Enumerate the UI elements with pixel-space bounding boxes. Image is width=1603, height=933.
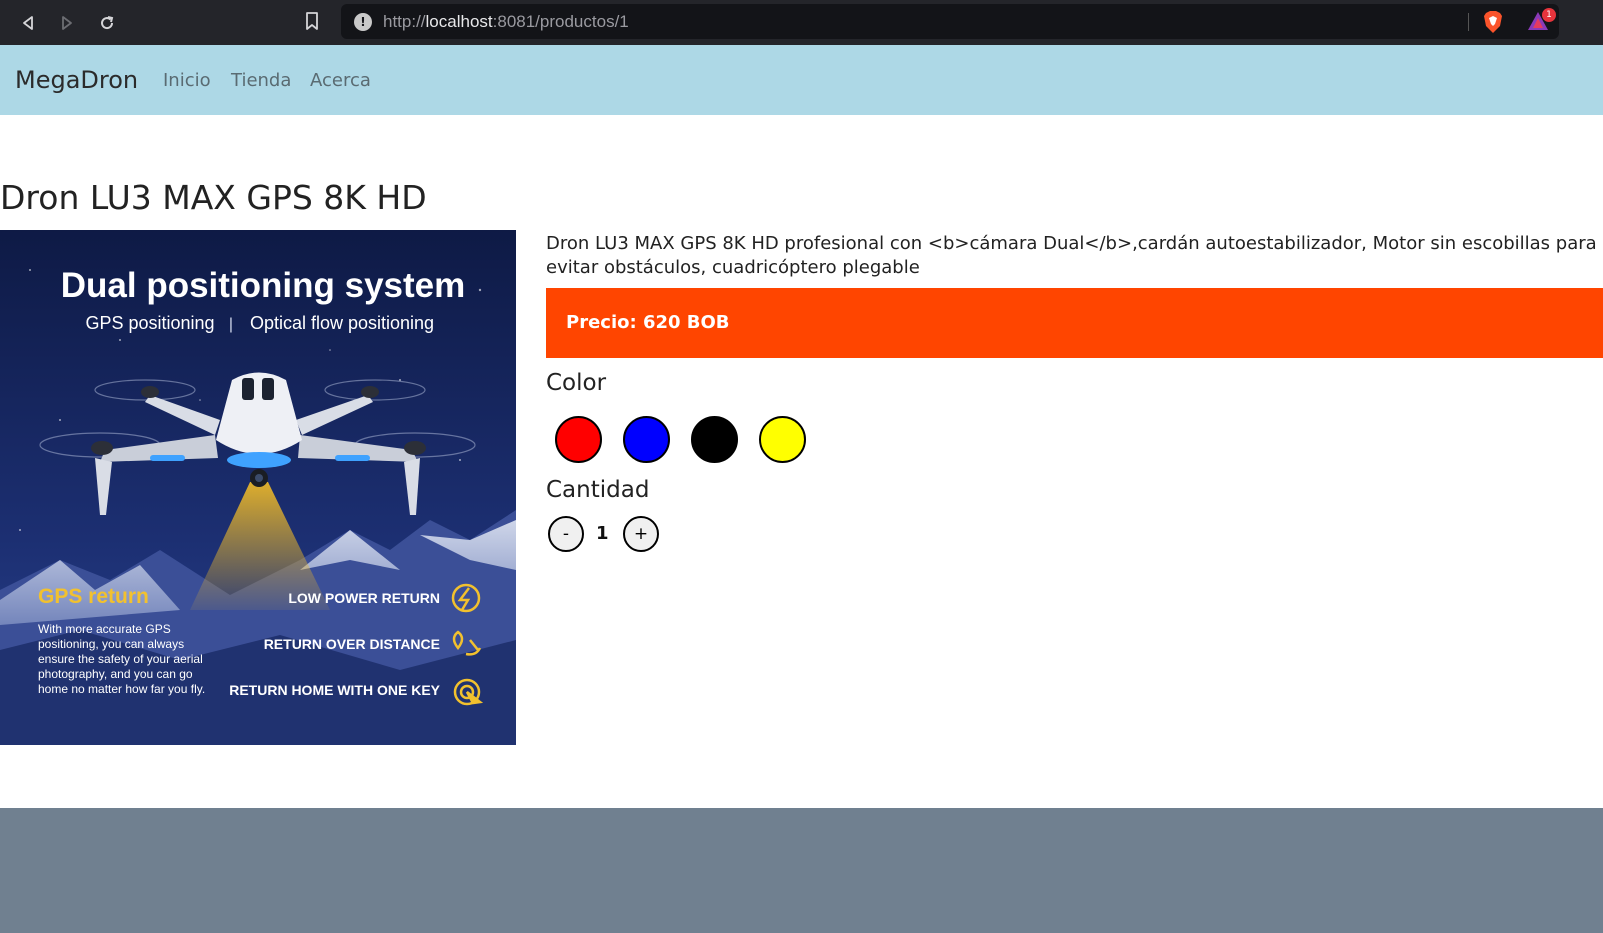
image-sub-separator: | xyxy=(229,316,233,333)
image-paragraph-line: photography, and you can go xyxy=(38,667,193,681)
image-headline: Dual positioning system xyxy=(61,266,466,305)
color-swatch-yellow[interactable] xyxy=(759,416,806,463)
site-navbar: MegaDron Inicio Tienda Acerca xyxy=(0,45,1603,115)
image-feature-over-distance: RETURN OVER DISTANCE xyxy=(264,636,440,652)
address-bar[interactable]: ! http://localhost:8081/productos/1 xyxy=(341,4,1559,39)
browser-toolbar: ! http://localhost:8081/productos/1 1 xyxy=(0,0,1603,45)
brand-logo[interactable]: MegaDron xyxy=(15,66,138,94)
url-host: localhost xyxy=(425,12,493,31)
image-paragraph-line: home no matter how far you fly. xyxy=(38,682,205,696)
back-icon[interactable] xyxy=(15,10,41,36)
url-text[interactable]: http://localhost:8081/productos/1 xyxy=(383,12,629,32)
image-paragraph-line: positioning, you can always xyxy=(38,637,184,651)
url-path: :8081/productos/1 xyxy=(492,12,629,31)
nav-link-acerca[interactable]: Acerca xyxy=(310,70,371,91)
price-label: Precio: 620 BOB xyxy=(566,312,730,333)
color-swatch-red[interactable] xyxy=(555,416,602,463)
image-sub-left: GPS positioning xyxy=(85,313,214,333)
forward-icon[interactable] xyxy=(54,10,80,36)
image-gps-return: GPS return xyxy=(38,585,149,608)
info-icon[interactable]: ! xyxy=(354,13,372,31)
quantity-value: 1 xyxy=(596,523,609,544)
image-feature-one-key: RETURN HOME WITH ONE KEY xyxy=(229,682,440,698)
bookmark-icon[interactable] xyxy=(304,11,320,35)
notification-badge: 1 xyxy=(1542,8,1556,22)
brave-shield-icon[interactable] xyxy=(1482,10,1504,38)
image-feature-low-power: LOW POWER RETURN xyxy=(288,590,440,606)
image-paragraph-line: With more accurate GPS xyxy=(38,622,171,636)
address-bar-divider xyxy=(1468,13,1469,31)
nav-link-inicio[interactable]: Inicio xyxy=(163,70,211,91)
product-title: Dron LU3 MAX GPS 8K HD xyxy=(0,178,427,217)
image-sub-right: Optical flow positioning xyxy=(250,313,434,333)
reload-icon[interactable] xyxy=(94,10,120,36)
color-swatch-blue[interactable] xyxy=(623,416,670,463)
url-prefix: http:// xyxy=(383,12,426,31)
site-footer xyxy=(0,808,1603,933)
image-paragraph-line: ensure the safety of your aerial xyxy=(38,652,203,666)
nav-link-tienda[interactable]: Tienda xyxy=(231,70,291,91)
color-swatch-black[interactable] xyxy=(691,416,738,463)
price-banner: Precio: 620 BOB xyxy=(546,288,1603,358)
quantity-heading: Cantidad xyxy=(546,477,650,503)
product-image: Dual positioning system GPS positioning … xyxy=(0,230,516,745)
product-description: Dron LU3 MAX GPS 8K HD profesional con <… xyxy=(546,233,1597,278)
color-heading: Color xyxy=(546,370,607,396)
decrease-quantity-button[interactable]: - xyxy=(548,516,584,552)
increase-quantity-button[interactable]: + xyxy=(623,516,659,552)
